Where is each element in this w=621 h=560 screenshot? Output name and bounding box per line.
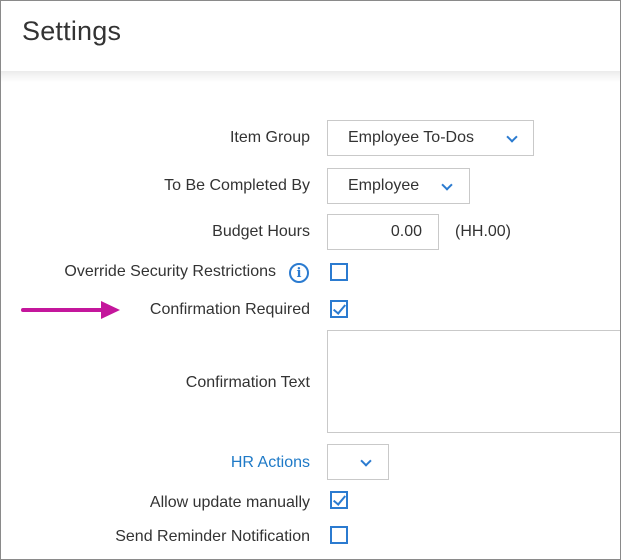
info-icon[interactable]: i xyxy=(289,263,309,283)
checkmark-icon xyxy=(332,301,347,315)
confirmation-required-label: Confirmation Required xyxy=(149,301,310,318)
completed-by-label: To Be Completed By xyxy=(164,177,310,194)
pointer-arrow xyxy=(21,301,120,319)
hr-actions-select[interactable] xyxy=(327,444,389,480)
allow-update-checkbox[interactable] xyxy=(330,491,348,509)
override-security-checkbox[interactable] xyxy=(330,263,348,281)
hr-actions-link[interactable]: HR Actions xyxy=(231,454,310,472)
budget-hours-label: Budget Hours xyxy=(212,223,310,240)
budget-hours-input[interactable]: 0.00 xyxy=(327,214,439,250)
completed-by-select[interactable]: Employee xyxy=(327,168,470,204)
completed-by-value: Employee xyxy=(348,177,420,194)
page-title: Settings xyxy=(22,16,122,46)
send-reminder-label: Send Reminder Notification xyxy=(115,528,310,545)
confirmation-text-area[interactable] xyxy=(327,330,620,433)
settings-panel: Settings Item Group Employee To-Dos To B… xyxy=(0,0,621,560)
chevron-down-icon xyxy=(360,455,372,467)
checkmark-icon xyxy=(332,492,347,506)
header-divider xyxy=(1,71,620,82)
chevron-down-icon xyxy=(441,179,453,191)
item-group-value: Employee To-Dos xyxy=(348,129,474,146)
item-group-label: Item Group xyxy=(229,129,310,146)
confirmation-required-checkbox[interactable] xyxy=(330,300,348,318)
budget-hours-value: 0.00 xyxy=(390,223,422,240)
item-group-select[interactable]: Employee To-Dos xyxy=(327,120,534,156)
chevron-down-icon xyxy=(506,131,518,143)
budget-hours-format-hint: (HH.00) xyxy=(455,223,512,240)
override-security-label: Override Security Restrictions xyxy=(64,263,276,280)
send-reminder-checkbox[interactable] xyxy=(330,526,348,544)
confirmation-text-label: Confirmation Text xyxy=(185,374,310,391)
allow-update-label: Allow update manually xyxy=(149,494,310,511)
